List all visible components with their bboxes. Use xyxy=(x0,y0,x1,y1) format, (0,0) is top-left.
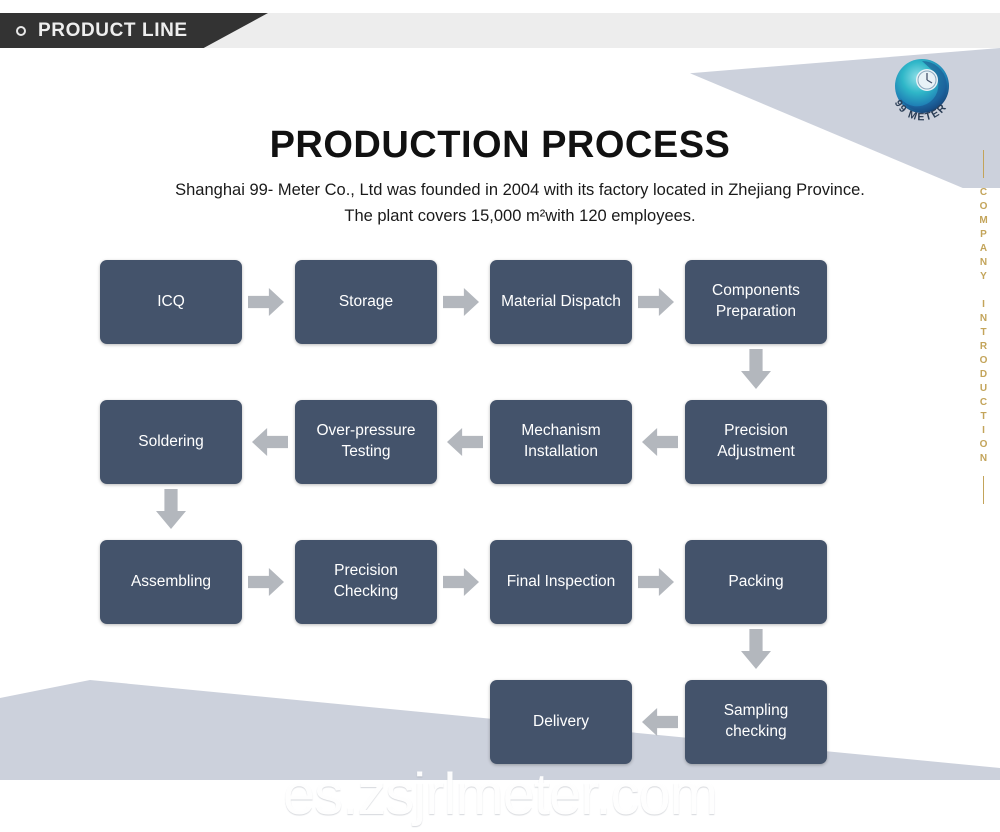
arrow-right-icon xyxy=(248,288,284,316)
arrow-right-icon xyxy=(638,568,674,596)
process-node[interactable]: Final Inspection xyxy=(490,540,632,624)
process-node[interactable]: Assembling xyxy=(100,540,242,624)
arrow-left-icon xyxy=(642,708,678,736)
process-node[interactable]: Over-pressure Testing xyxy=(295,400,437,484)
process-node[interactable]: Sampling checking xyxy=(685,680,827,764)
process-node[interactable]: ICQ xyxy=(100,260,242,344)
side-label-line-bottom xyxy=(983,476,984,504)
company-introduction-side-label: COMPANY INTRODUCTION xyxy=(978,150,989,504)
process-node[interactable]: Precision Checking xyxy=(295,540,437,624)
product-line-label: PRODUCT LINE xyxy=(38,19,188,41)
process-node[interactable]: Storage xyxy=(295,260,437,344)
process-node[interactable]: Delivery xyxy=(490,680,632,764)
arrow-left-icon xyxy=(252,428,288,456)
process-node[interactable]: Components Preparation xyxy=(685,260,827,344)
process-node[interactable]: Packing xyxy=(685,540,827,624)
side-label-line-top xyxy=(983,150,984,178)
page-title: PRODUCTION PROCESS xyxy=(269,124,731,166)
flow-row-3: Assembling Precision Checking Final Insp… xyxy=(0,535,1000,675)
arrow-right-icon xyxy=(638,288,674,316)
arrow-down-icon xyxy=(741,629,771,669)
flow-row-1: ICQ Storage Material Dispatch Components… xyxy=(0,255,1000,395)
arrow-down-icon xyxy=(156,489,186,529)
site-watermark: es.zsjrlmeter.com xyxy=(282,762,718,827)
process-node[interactable]: Precision Adjustment xyxy=(685,400,827,484)
side-label-text: COMPANY INTRODUCTION xyxy=(978,187,989,467)
process-node[interactable]: Soldering xyxy=(100,400,242,484)
arrow-left-icon xyxy=(447,428,483,456)
company-logo: 99 METER xyxy=(882,52,962,132)
arrow-right-icon xyxy=(443,288,479,316)
page-description: Shanghai 99- Meter Co., Ltd was founded … xyxy=(175,181,865,225)
arrow-right-icon xyxy=(248,568,284,596)
top-banner: PRODUCT LINE xyxy=(0,13,1000,48)
arrow-right-icon xyxy=(443,568,479,596)
arrow-down-icon xyxy=(741,349,771,389)
process-node[interactable]: Mechanism Installation xyxy=(490,400,632,484)
circle-outline-icon xyxy=(16,25,26,36)
production-process-flowchart: ICQ Storage Material Dispatch Components… xyxy=(0,255,1000,815)
arrow-left-icon xyxy=(642,428,678,456)
process-node[interactable]: Material Dispatch xyxy=(490,260,632,344)
flow-row-2: Soldering Over-pressure Testing Mechanis… xyxy=(0,395,1000,535)
